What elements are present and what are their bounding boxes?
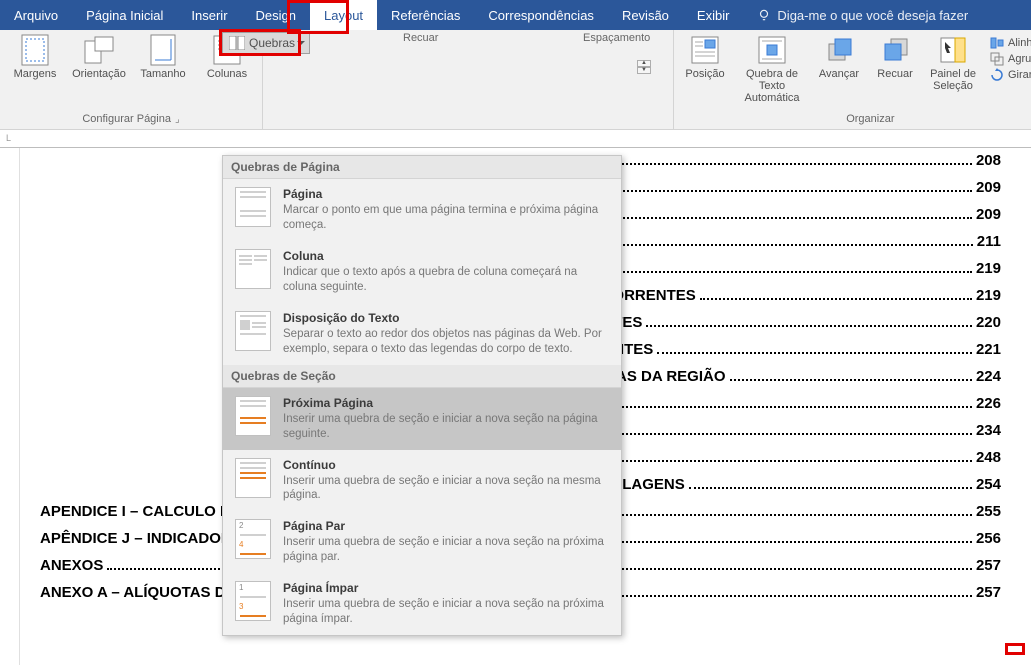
dropdown-header-pagina: Quebras de Página	[223, 156, 621, 179]
group-paragrafo: Recuar Espaçamento ▲▼	[263, 30, 674, 129]
alinhar-button[interactable]: Alinhar▾	[990, 36, 1031, 50]
dropdown-header-secao: Quebras de Seção	[223, 365, 621, 388]
lightbulb-icon	[757, 8, 771, 22]
break-disposicao-icon	[235, 311, 271, 351]
quebra-texto-button[interactable]: Quebra de Texto Automática	[736, 34, 808, 104]
ruler-vertical[interactable]	[0, 148, 20, 665]
agrupar-button[interactable]: Agrupar▾	[990, 52, 1031, 66]
group-organizar: Posição Quebra de Texto Automática Avanç…	[674, 30, 1031, 129]
group-label-configurar[interactable]: Configurar Página	[6, 111, 256, 127]
tab-pagina-inicial[interactable]: Página Inicial	[72, 0, 177, 30]
recuar-button[interactable]: Recuar	[870, 34, 920, 104]
tamanho-icon	[147, 34, 179, 66]
ruler-horizontal[interactable]: L	[0, 130, 1031, 148]
margens-button[interactable]: Margens	[6, 34, 64, 80]
break-continuo[interactable]: Contínuo Inserir uma quebra de seção e i…	[223, 450, 621, 512]
painel-selecao-button[interactable]: Painel de Seleção	[926, 34, 980, 104]
break-continuo-icon	[235, 458, 271, 498]
break-pagina[interactable]: Página Marcar o ponto em que uma página …	[223, 179, 621, 241]
tab-exibir[interactable]: Exibir	[683, 0, 744, 30]
quebra-texto-icon	[756, 34, 788, 66]
break-pagina-impar[interactable]: 13 Página Ímpar Inserir uma quebra de se…	[223, 573, 621, 635]
tab-referencias[interactable]: Referências	[377, 0, 474, 30]
orientacao-icon	[83, 34, 115, 66]
recuar-icon	[879, 34, 911, 66]
break-disposicao-texto[interactable]: Disposição do Texto Separar o texto ao r…	[223, 303, 621, 365]
tab-arquivo[interactable]: Arquivo	[0, 0, 72, 30]
posicao-button[interactable]: Posição	[680, 34, 730, 104]
recuar-header: Recuar	[403, 32, 483, 46]
tell-me-label: Diga-me o que você deseja fazer	[777, 8, 968, 23]
tab-revisao[interactable]: Revisão	[608, 0, 683, 30]
break-impar-icon: 13	[235, 581, 271, 621]
arrange-small-buttons: Alinhar▾ Agrupar▾ Girar▾	[986, 34, 1031, 104]
ruler-corner: L	[6, 133, 11, 143]
group-label-organizar: Organizar	[680, 111, 1031, 127]
avancar-button[interactable]: Avançar	[814, 34, 864, 104]
quebras-dropdown: Quebras de Página Página Marcar o ponto …	[222, 155, 622, 636]
tab-layout[interactable]: Layout	[310, 0, 377, 30]
tell-me-search[interactable]: Diga-me o que você deseja fazer	[743, 0, 982, 30]
break-coluna-icon	[235, 249, 271, 289]
break-proxima-pagina[interactable]: Próxima Página Inserir uma quebra de seç…	[223, 388, 621, 450]
girar-button[interactable]: Girar▾	[990, 68, 1031, 82]
avancar-icon	[823, 34, 855, 66]
ribbon-tabbar: Arquivo Página Inicial Inserir Design La…	[0, 0, 1031, 30]
painel-selecao-icon	[937, 34, 969, 66]
tab-design[interactable]: Design	[242, 0, 310, 30]
break-par-icon: 24	[235, 519, 271, 559]
ruler-ticks	[300, 130, 1031, 148]
quebras-icon	[229, 36, 245, 50]
margens-icon	[19, 34, 51, 66]
break-coluna[interactable]: Coluna Indicar que o texto após a quebra…	[223, 241, 621, 303]
highlight-bottom-right	[1005, 643, 1025, 655]
ribbon: Margens Orientação Tamanho Colunas Confi…	[0, 30, 1031, 130]
break-proxima-icon	[235, 396, 271, 436]
tamanho-button[interactable]: Tamanho	[134, 34, 192, 80]
quebras-button[interactable]: Quebras	[222, 32, 310, 54]
girar-icon	[990, 68, 1004, 82]
tab-correspondencias[interactable]: Correspondências	[474, 0, 608, 30]
break-pagina-par[interactable]: 24 Página Par Inserir uma quebra de seçã…	[223, 511, 621, 573]
orientacao-button[interactable]: Orientação	[70, 34, 128, 80]
stepper[interactable]: ▲▼	[637, 60, 651, 74]
agrupar-icon	[990, 52, 1004, 66]
alinhar-icon	[990, 36, 1004, 50]
tab-inserir[interactable]: Inserir	[177, 0, 241, 30]
posicao-icon	[689, 34, 721, 66]
break-pagina-icon	[235, 187, 271, 227]
espacamento-header: Espaçamento	[583, 32, 663, 46]
